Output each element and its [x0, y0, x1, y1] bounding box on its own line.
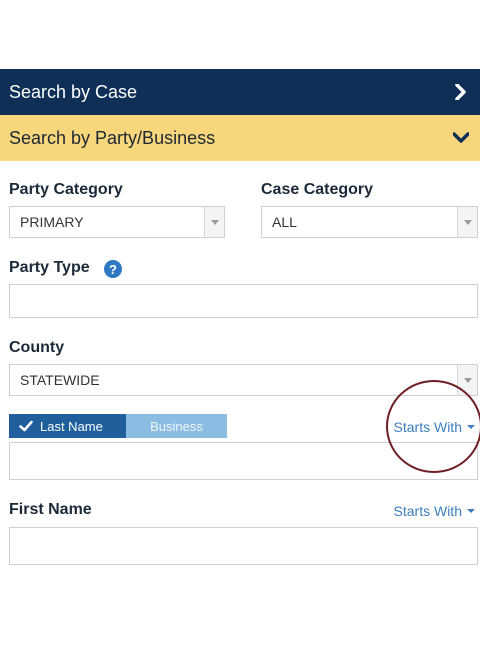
case-category-label: Case Category: [261, 181, 374, 198]
case-category-select[interactable]: ALL: [261, 206, 478, 238]
help-icon[interactable]: ?: [104, 260, 122, 278]
first-name-label: First Name: [9, 501, 92, 518]
dropdown-arrow-icon: [457, 207, 477, 237]
search-by-case-label: Search by Case: [9, 81, 138, 102]
case-category-value: ALL: [272, 214, 297, 230]
chevron-down-icon: [452, 129, 470, 147]
party-category-select[interactable]: PRIMARY: [9, 206, 225, 238]
check-icon: [19, 420, 33, 432]
party-type-input[interactable]: [9, 284, 478, 318]
party-category-label: Party Category: [9, 181, 123, 198]
search-by-case-header[interactable]: Search by Case: [0, 69, 480, 115]
county-value: STATEWIDE: [20, 372, 100, 388]
caret-down-icon: [467, 509, 475, 513]
business-toggle-label: Business: [150, 418, 203, 434]
first-name-input[interactable]: [9, 527, 478, 565]
party-type-label: Party Type: [9, 259, 90, 276]
annotation-circle: [386, 380, 480, 473]
chevron-right-icon: [452, 83, 470, 101]
dropdown-arrow-icon: [204, 207, 224, 237]
first-name-match-label: Starts With: [393, 503, 462, 519]
last-name-toggle-label: Last Name: [40, 418, 103, 434]
party-category-value: PRIMARY: [20, 214, 84, 230]
search-by-party-label: Search by Party/Business: [9, 127, 216, 148]
county-label: County: [9, 339, 65, 356]
last-name-toggle[interactable]: Last Name: [9, 414, 126, 438]
search-by-party-header[interactable]: Search by Party/Business: [0, 115, 480, 161]
first-name-match-dropdown[interactable]: Starts With: [394, 503, 475, 519]
business-toggle[interactable]: Business: [126, 414, 227, 438]
